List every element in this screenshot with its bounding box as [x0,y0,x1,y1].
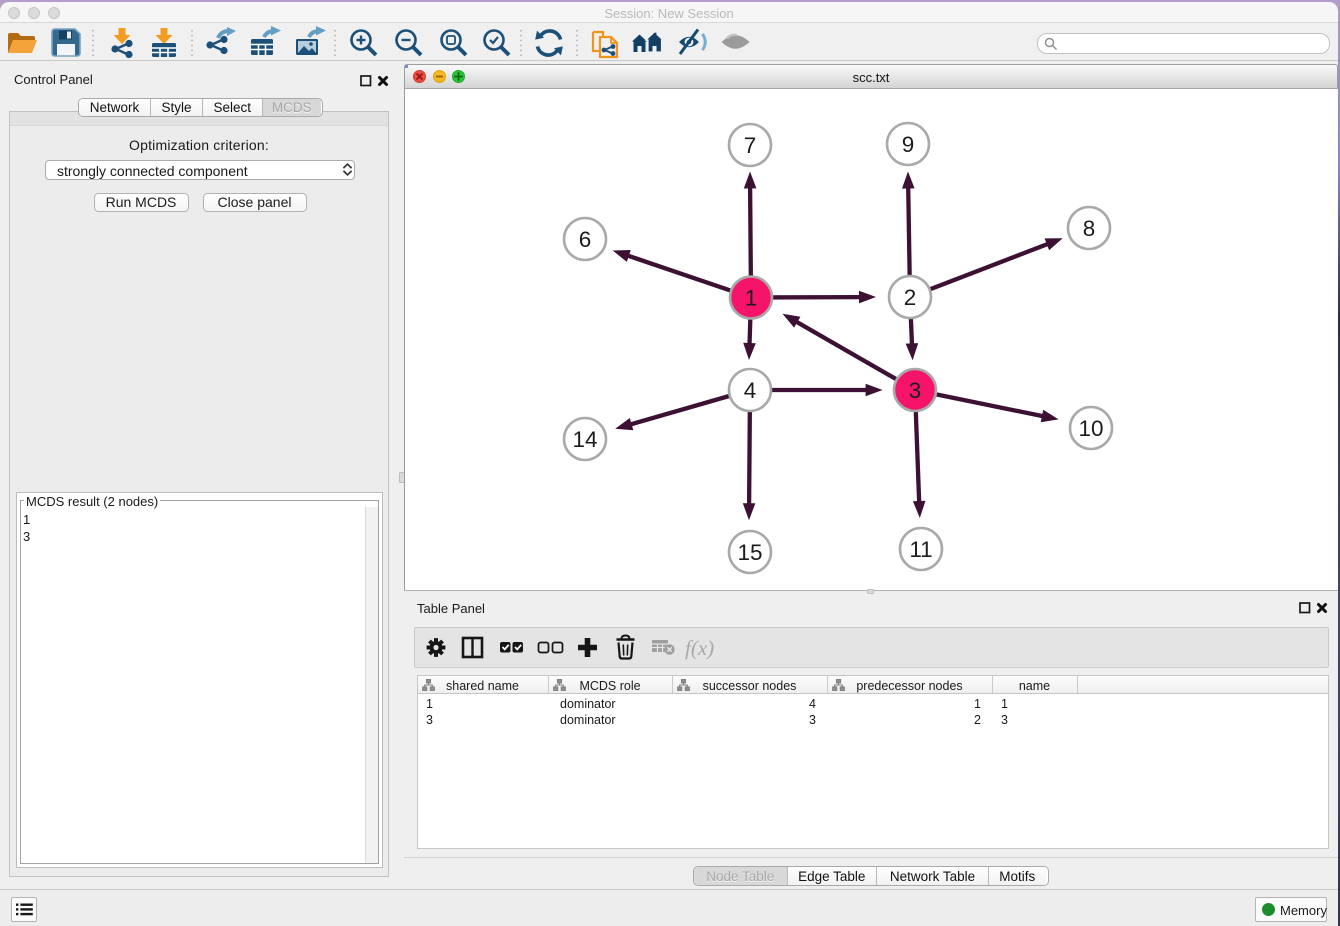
svg-text:f(x): f(x) [685,636,714,660]
